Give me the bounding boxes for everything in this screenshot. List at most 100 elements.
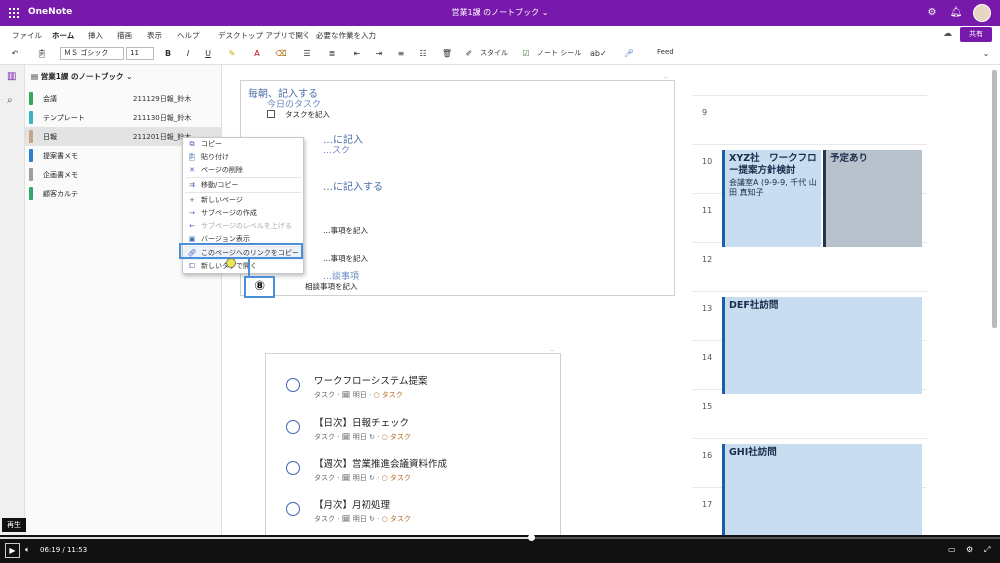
bullet-list-icon[interactable]: ☰ (300, 47, 314, 61)
menu-insert[interactable]: 挿入 (88, 30, 103, 41)
calendar-event[interactable]: GHI社訪問 (722, 444, 922, 535)
event-title: GHI社訪問 (729, 447, 777, 458)
todo-container[interactable]: ·· ワークフローシステム提案 タスク · 🗓 明日 · ○ タスク 【日次】日… (265, 349, 561, 536)
delete-icon[interactable]: 🗑︎ (440, 47, 454, 61)
note-tag-button[interactable]: ノート シール (537, 48, 581, 58)
tell-me-search[interactable]: 必要な作業を入力 (316, 30, 376, 41)
todo-title[interactable]: 【日次】日報チェック (314, 415, 409, 429)
play-button[interactable]: ▶ (5, 543, 20, 558)
align-icon[interactable]: ≡ (394, 47, 408, 61)
bell-icon[interactable]: 🔔︎ (949, 6, 963, 20)
step-callout: ⑧ (244, 276, 275, 298)
font-size-select[interactable]: 11 (126, 47, 154, 60)
checkbox[interactable] (267, 110, 275, 118)
complete-circle-icon[interactable] (286, 420, 300, 434)
complete-circle-icon[interactable] (286, 378, 300, 392)
notebook-header[interactable]: ▤ 営業1課 のノートブック ⌄ (31, 71, 132, 82)
event-title: DEF社訪問 (729, 300, 779, 311)
complete-circle-icon[interactable] (286, 502, 300, 516)
note-container[interactable]: ·· 毎朝、記入する 今日のタスク タスクを記入 …に記入 …スク …に記入する… (240, 76, 675, 296)
bold-button[interactable]: B (162, 47, 174, 61)
highlight-icon[interactable]: ✎ (224, 47, 240, 61)
hour-slot[interactable]: 9 (692, 95, 927, 144)
ctx-new-page[interactable]: + 新しいページ (183, 194, 303, 207)
progress-knob[interactable] (528, 534, 535, 541)
calendar-event[interactable]: XYZ社 ワークフロー提案方針検討 会議室A (9-9-9, 千代 山田 真知子 (722, 150, 821, 247)
captions-icon[interactable]: ▭ (948, 545, 956, 554)
menu-view[interactable]: 表示 (147, 30, 162, 41)
ctx-make-subpage[interactable]: → サブページの作成 (183, 207, 303, 220)
numbered-list-icon[interactable]: ≣ (325, 47, 339, 61)
spelling-icon[interactable]: ab✓ (590, 47, 607, 61)
menu-home[interactable]: ホーム (52, 30, 75, 45)
list-style-icon[interactable]: ☷ (416, 47, 430, 61)
outdent-icon[interactable]: ⇤ (350, 47, 364, 61)
underline-button[interactable]: U (202, 47, 214, 61)
task-text[interactable]: タスクを記入 (285, 109, 330, 120)
microphone-icon[interactable]: 🎤︎ (622, 47, 636, 61)
todo-title[interactable]: 【月次】月初処理 (314, 497, 390, 511)
font-color-icon[interactable]: A (249, 47, 265, 61)
notebook-title[interactable]: 営業1課 のノートブック ⌄ (0, 7, 1000, 18)
section-row[interactable]: 会議 211129日報_鈴木 (25, 89, 222, 108)
todo-title[interactable]: ワークフローシステム提案 (314, 373, 428, 387)
ribbon-expand-icon[interactable]: ⌄ (980, 47, 992, 61)
note-handle-icon[interactable]: ·· (550, 349, 556, 355)
page-name[interactable]: 211129日報_鈴木 (133, 94, 191, 104)
paint-icon[interactable]: ✐ (462, 47, 476, 61)
event-title: 予定あり (830, 153, 869, 164)
task-text[interactable]: 相談事項を記入 (305, 281, 358, 292)
italic-button[interactable]: I (182, 47, 194, 61)
ctx-open-new-tab[interactable]: ⧠新しいタブで開く (183, 260, 303, 273)
ctx-promote-subpage: ← サブページのレベルを上げる (183, 220, 303, 233)
todo-meta-text: タスク · 🗓 明日 · (314, 391, 374, 399)
menu-draw[interactable]: 描画 (117, 30, 132, 41)
notebooks-icon[interactable]: ▥ (7, 71, 16, 82)
settings-icon[interactable]: ⚙ (925, 6, 939, 20)
settings-icon[interactable]: ⚙ (966, 545, 973, 554)
note-subheading[interactable]: …スク (323, 143, 350, 156)
todo-item[interactable]: 【月次】月初処理 タスク · 🗓 明日 ↻ · ○ タスク (286, 496, 556, 536)
task-text[interactable]: …事項を記入 (323, 253, 368, 264)
sync-icon[interactable]: ☁ (943, 29, 952, 39)
section-row[interactable]: テンプレート 211130日報_鈴木 (25, 108, 222, 127)
ctx-label: サブページのレベルを上げる (201, 222, 292, 230)
todo-item[interactable]: 【週次】営業推進会議資料作成 タスク · 🗓 明日 ↻ · ○ タスク (286, 455, 556, 495)
hour-slot[interactable]: 15 (692, 389, 927, 438)
todo-item[interactable]: ワークフローシステム提案 タスク · 🗓 明日 · ○ タスク (286, 372, 556, 412)
complete-circle-icon[interactable] (286, 461, 300, 475)
progress-bar[interactable] (0, 534, 1000, 541)
checkbox-tag-icon[interactable]: ☑ (520, 47, 532, 61)
canvas-scrollbar[interactable] (992, 70, 997, 328)
clipboard-icon[interactable]: 📋︎ (32, 47, 52, 61)
avatar[interactable] (973, 4, 991, 22)
note-heading[interactable]: …に記入する (323, 178, 383, 193)
page-name[interactable]: 211130日報_鈴木 (133, 113, 191, 123)
clear-format-icon[interactable]: ⌫ (274, 47, 288, 61)
ctx-copy[interactable]: ⧉ コピー (183, 138, 303, 151)
todo-item[interactable]: 【日次】日報チェック タスク · 🗓 明日 ↻ · ○ タスク (286, 414, 556, 454)
style-button[interactable]: スタイル (480, 48, 508, 58)
hour-slot[interactable]: 12 (692, 242, 927, 291)
feed-button[interactable]: Feed (657, 48, 674, 56)
ctx-delete-page[interactable]: ✕ ページの削除 (183, 164, 303, 177)
calendar-event[interactable]: DEF社訪問 (722, 297, 922, 394)
indent-icon[interactable]: ⇥ (372, 47, 386, 61)
ctx-move-copy[interactable]: ⇉ 移動/コピー (183, 179, 303, 192)
search-icon[interactable]: ⌕ (7, 95, 13, 106)
menu-help[interactable]: ヘルプ (177, 30, 200, 41)
share-button[interactable]: 共有 (960, 27, 992, 42)
todo-title[interactable]: 【週次】営業推進会議資料作成 (314, 456, 447, 470)
menu-file[interactable]: ファイル (12, 30, 42, 41)
page-canvas[interactable]: ·· 毎朝、記入する 今日のタスク タスクを記入 …に記入 …スク …に記入する… (222, 65, 1000, 535)
task-text[interactable]: …事項を記入 (323, 225, 368, 236)
undo-icon[interactable]: ↶ (8, 47, 22, 61)
font-name-select[interactable]: ＭＳ ゴシック (60, 47, 124, 60)
calendar-event[interactable]: 予定あり (823, 150, 922, 247)
ctx-paste[interactable]: 📋︎ 貼り付け (183, 151, 303, 164)
fullscreen-icon[interactable]: ⤢ (984, 545, 990, 555)
volume-icon[interactable]: 🔈︎ (25, 545, 30, 555)
menu-open-desktop[interactable]: デスクトップ アプリで開く (218, 30, 310, 41)
hour-label: 13 (702, 304, 713, 313)
note-handle-icon[interactable]: ·· (664, 76, 670, 82)
